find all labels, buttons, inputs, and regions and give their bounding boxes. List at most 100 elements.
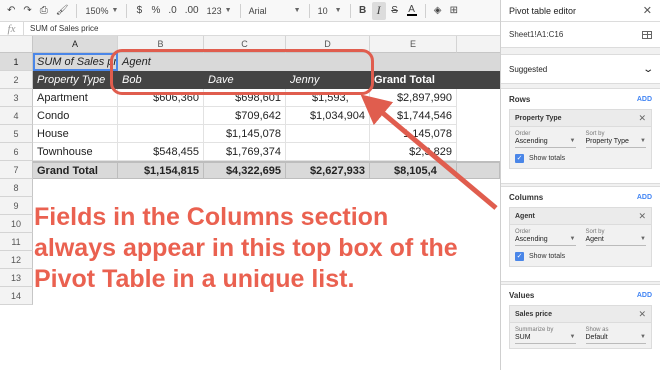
zoom-select[interactable]: 150% ▼: [82, 6, 121, 16]
values-showas-field[interactable]: Show as Default ▼: [585, 327, 646, 344]
cell-e3[interactable]: $2,897,990: [370, 89, 457, 107]
increase-decimal-button[interactable]: .00: [182, 2, 202, 20]
cell-f2[interactable]: [457, 71, 500, 89]
row-header-8[interactable]: 8: [0, 179, 33, 197]
undo-icon[interactable]: ↶: [4, 2, 18, 20]
values-summarize-field[interactable]: Summarize by SUM ▼: [515, 327, 576, 344]
row-header-14[interactable]: 14: [0, 287, 33, 305]
chevron-down-icon[interactable]: ⌄: [642, 64, 654, 75]
cell-c4[interactable]: $709,642: [204, 107, 286, 125]
toolbar-divider: [349, 3, 351, 18]
checkbox-checked-icon[interactable]: ✓: [515, 154, 524, 163]
columns-add-button[interactable]: ADD: [637, 194, 652, 201]
data-range-field[interactable]: Sheet1!A1:C16: [501, 22, 660, 48]
columns-card-header: Agent ✕: [510, 208, 651, 225]
columns-show-totals[interactable]: ✓ Show totals: [510, 250, 651, 266]
caret-down-icon: ▼: [569, 334, 576, 340]
rows-section: Rows ADD Property Type ✕ Order Ascending…: [501, 88, 660, 184]
row-header-5[interactable]: 5: [0, 125, 33, 143]
remove-icon[interactable]: ✕: [638, 309, 646, 320]
columns-sortby-value: Agent: [585, 236, 604, 243]
row-header-7[interactable]: 7: [0, 161, 33, 179]
strikethrough-icon[interactable]: S: [388, 2, 402, 20]
grid-icon[interactable]: [642, 30, 652, 39]
cell-c5[interactable]: $1,145,078: [204, 125, 286, 143]
cell-e5[interactable]: 1,145,078: [370, 125, 457, 143]
row-header-12[interactable]: 12: [0, 251, 33, 269]
values-section: Values ADD Sales price ✕ Summarize by SU…: [501, 284, 660, 370]
row-header-4[interactable]: 4: [0, 107, 33, 125]
cell-c6[interactable]: $1,769,374: [204, 143, 286, 161]
checkbox-checked-icon[interactable]: ✓: [515, 252, 524, 261]
cell-b4[interactable]: [118, 107, 204, 125]
rows-show-totals-label: Show totals: [529, 155, 566, 162]
row-header-10[interactable]: 10: [0, 215, 33, 233]
caret-down-icon: ▼: [569, 236, 576, 242]
column-header-a[interactable]: A: [33, 36, 118, 53]
formula-input[interactable]: SUM of Sales price: [24, 24, 98, 33]
remove-icon[interactable]: ✕: [638, 113, 646, 124]
cell-a4[interactable]: Condo: [33, 107, 118, 125]
row-header-13[interactable]: 13: [0, 269, 33, 287]
borders-icon[interactable]: ⊞: [447, 2, 461, 20]
columns-order-select[interactable]: Ascending ▼: [515, 235, 576, 246]
column-header-e[interactable]: E: [370, 36, 457, 53]
cell-a3[interactable]: Apartment: [33, 89, 118, 107]
values-card-header: Sales price ✕: [510, 306, 651, 323]
cell-a1[interactable]: SUM of Sales pr: [33, 53, 118, 71]
cell-e4[interactable]: $1,744,546: [370, 107, 457, 125]
cell-a2[interactable]: Property Type: [33, 71, 118, 89]
cell-d7[interactable]: $2,627,933: [286, 161, 370, 179]
cell-b6[interactable]: $548,455: [118, 143, 204, 161]
percent-format-button[interactable]: %: [148, 2, 163, 20]
rows-add-button[interactable]: ADD: [637, 96, 652, 103]
suggested-section[interactable]: Suggested ⌄: [501, 54, 660, 84]
text-color-button[interactable]: A: [404, 2, 420, 20]
decrease-decimal-button[interactable]: .0: [165, 2, 179, 20]
row-header-2[interactable]: 2: [0, 71, 33, 89]
values-add-button[interactable]: ADD: [637, 292, 652, 299]
row-header-9[interactable]: 9: [0, 197, 33, 215]
print-icon[interactable]: ⎙: [37, 2, 51, 20]
cell-a6[interactable]: Townhouse: [33, 143, 118, 161]
currency-format-button[interactable]: $: [132, 2, 146, 20]
cell-c7[interactable]: $4,322,695: [204, 161, 286, 179]
cell-d4[interactable]: $1,034,904: [286, 107, 370, 125]
row-header-3[interactable]: 3: [0, 89, 33, 107]
values-showas-select[interactable]: Default ▼: [585, 333, 646, 344]
select-all-corner[interactable]: [0, 36, 33, 53]
columns-sortby-field[interactable]: Sort by Agent ▼: [585, 229, 646, 246]
row-header-11[interactable]: 11: [0, 233, 33, 251]
bold-button[interactable]: B: [356, 2, 370, 20]
cell-e6[interactable]: $2,3 829: [370, 143, 457, 161]
font-select[interactable]: Arial ▼: [246, 6, 304, 16]
italic-button[interactable]: I: [371, 1, 386, 20]
rows-order-field[interactable]: Order Ascending ▼: [515, 131, 576, 148]
redo-icon[interactable]: ↷: [20, 2, 34, 20]
fill-color-icon[interactable]: ◈: [431, 2, 445, 20]
cell-f7[interactable]: [457, 161, 500, 179]
rows-order-select[interactable]: Ascending ▼: [515, 137, 576, 148]
cell-a7[interactable]: Grand Total: [33, 161, 118, 179]
cell-a5[interactable]: House: [33, 125, 118, 143]
row-header-6[interactable]: 6: [0, 143, 33, 161]
rows-sortby-field[interactable]: Sort by Property Type ▼: [585, 131, 646, 148]
columns-order-field[interactable]: Order Ascending ▼: [515, 229, 576, 246]
font-size-select[interactable]: 10 ▼: [315, 6, 345, 16]
close-icon[interactable]: ✕: [643, 4, 652, 17]
columns-field-name: Agent: [515, 212, 535, 220]
rows-sortby-select[interactable]: Property Type ▼: [585, 137, 646, 148]
cell-d5[interactable]: [286, 125, 370, 143]
cell-e2[interactable]: Grand Total: [370, 71, 457, 89]
paint-format-icon[interactable]: 🖌: [53, 2, 72, 20]
values-summarize-select[interactable]: SUM ▼: [515, 333, 576, 344]
columns-sortby-select[interactable]: Agent ▼: [585, 235, 646, 246]
row-header-1[interactable]: 1: [0, 53, 33, 71]
cell-b5[interactable]: [118, 125, 204, 143]
cell-e7[interactable]: $8,105,4: [370, 161, 457, 179]
remove-icon[interactable]: ✕: [638, 211, 646, 222]
rows-show-totals[interactable]: ✓ Show totals: [510, 152, 651, 168]
cell-d6[interactable]: [286, 143, 370, 161]
cell-b7[interactable]: $1,154,815: [118, 161, 204, 179]
more-formats-select[interactable]: 123 ▼: [204, 6, 235, 16]
